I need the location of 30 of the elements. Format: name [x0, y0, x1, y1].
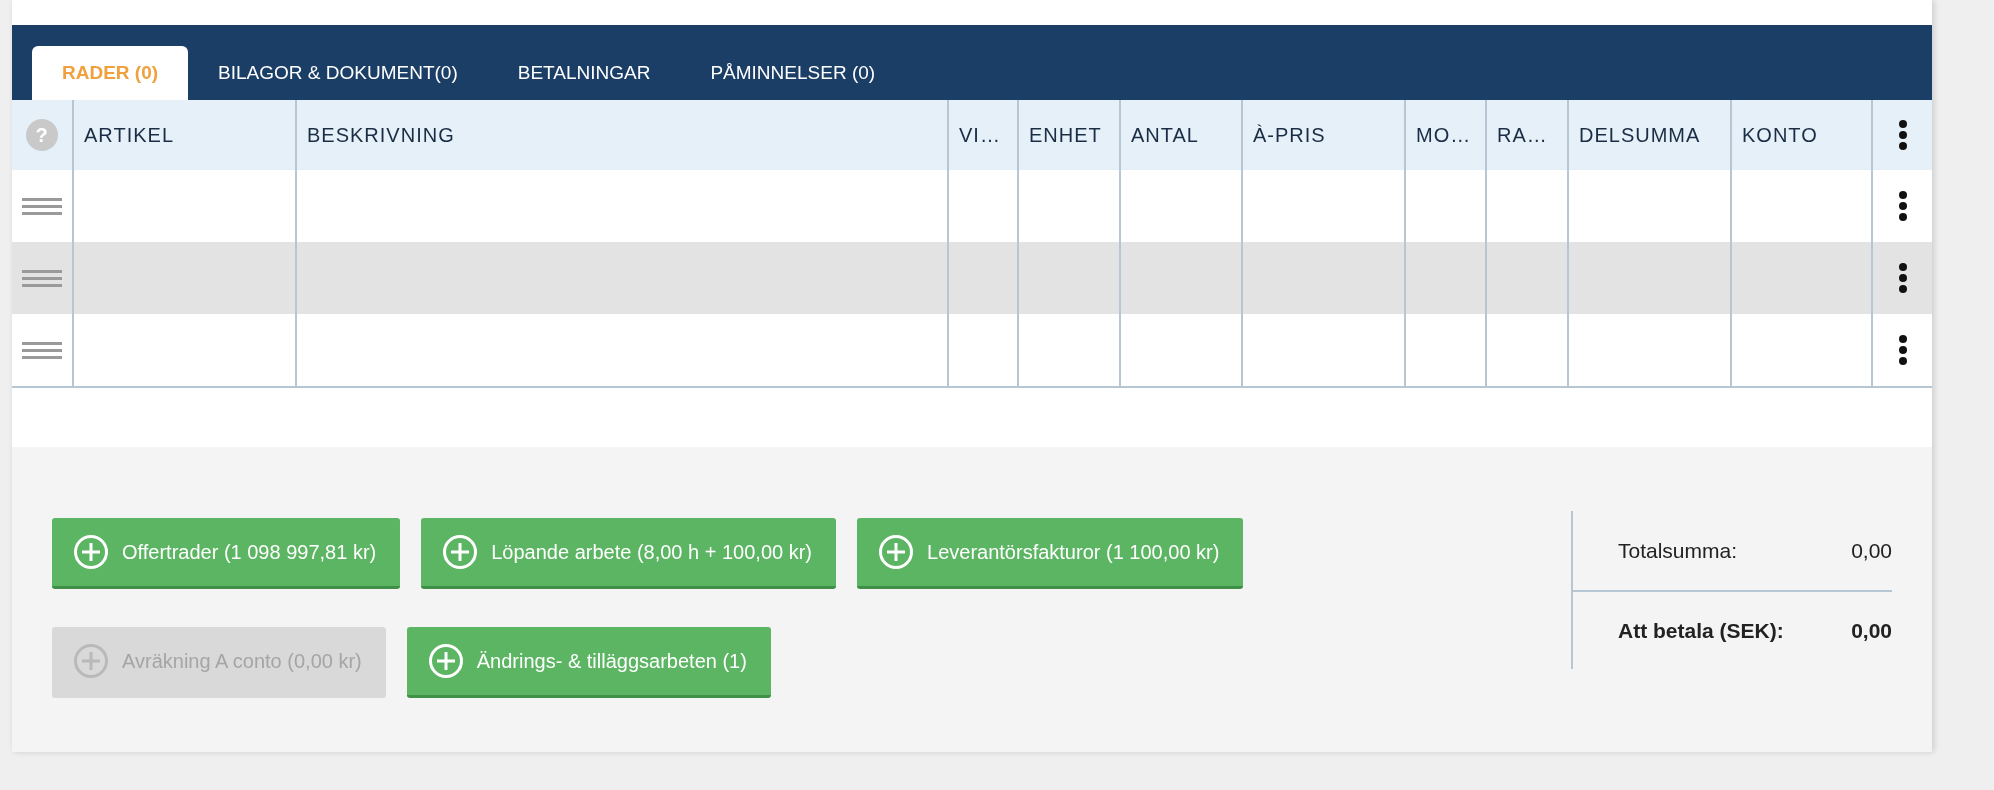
column-header[interactable]: VI… — [959, 120, 1001, 150]
total-label: Att betala (SEK): — [1618, 617, 1784, 644]
plus-icon — [74, 644, 108, 678]
drag-handle-icon[interactable] — [22, 196, 62, 216]
drag-handle-icon[interactable] — [22, 268, 62, 288]
column-header[interactable]: À-PRIS — [1253, 120, 1326, 150]
plus-icon — [428, 644, 463, 678]
column-header[interactable]: KONTO — [1742, 120, 1818, 150]
tab[interactable]: PÅMINNELSER (0) — [680, 46, 906, 100]
drag-handle-icon[interactable] — [22, 340, 62, 360]
more-icon[interactable] — [1897, 263, 1908, 293]
column-header[interactable]: ARTIKEL — [84, 120, 174, 150]
tab[interactable]: BETALNINGAR — [487, 46, 681, 100]
column-header[interactable]: RA… — [1497, 120, 1548, 150]
column-header[interactable]: ANTAL — [1131, 120, 1199, 150]
total-value: 0,00 — [1851, 617, 1892, 644]
plus-icon — [74, 535, 108, 569]
column-header[interactable]: ENHET — [1029, 120, 1102, 150]
total-label: Totalsumma: — [1618, 537, 1738, 564]
help-mark: ? — [35, 125, 49, 145]
column-header[interactable]: MO… — [1416, 120, 1472, 150]
plus-icon — [443, 535, 478, 569]
plus-icon — [879, 535, 913, 569]
more-icon[interactable] — [1897, 120, 1908, 150]
column-header[interactable]: DELSUMMA — [1579, 120, 1701, 150]
tab[interactable]: BILAGOR & DOKUMENT(0) — [188, 46, 488, 100]
column-header[interactable]: BESKRIVNING — [307, 120, 455, 150]
more-icon[interactable] — [1897, 191, 1908, 221]
more-icon[interactable] — [1897, 335, 1908, 365]
total-value: 0,00 — [1851, 537, 1892, 564]
